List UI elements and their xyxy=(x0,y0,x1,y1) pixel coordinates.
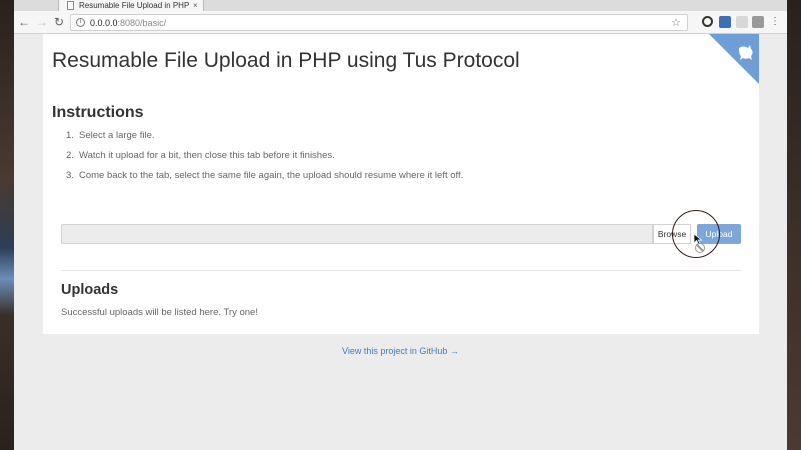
browser-toolbar: ← → ↻ i 0.0.0.0:8080/basic/ ☆ ⋮ xyxy=(14,11,787,34)
instruction-item: 2. Watch it upload for a bit, then close … xyxy=(66,150,335,161)
not-allowed-icon xyxy=(695,243,705,253)
url-text: 0.0.0.0:8080/basic/ xyxy=(90,18,166,28)
address-bar[interactable]: i 0.0.0.0:8080/basic/ ☆ xyxy=(70,14,688,31)
instructions-heading: Instructions xyxy=(52,104,144,121)
tab-strip: Resumable File Upload in PHP × xyxy=(14,0,787,11)
browse-button[interactable]: Browse xyxy=(653,224,691,244)
section-divider xyxy=(61,270,741,271)
url-host: 0.0.0.0 xyxy=(90,18,118,28)
back-icon[interactable]: ← xyxy=(18,15,30,29)
page-title: Resumable File Upload in PHP using Tus P… xyxy=(52,49,520,72)
extension-blue-icon[interactable] xyxy=(719,16,731,28)
uploads-empty-message: Successful uploads will be listed here. … xyxy=(61,307,258,318)
instruction-item: 1. Select a large file. xyxy=(66,130,155,141)
page-viewport: Resumable File Upload in PHP using Tus P… xyxy=(14,34,787,450)
instruction-item: 3. Come back to the tab, select the same … xyxy=(66,170,464,181)
menu-icon[interactable]: ⋮ xyxy=(770,16,780,28)
uploads-heading: Uploads xyxy=(61,282,119,298)
extension-dark-icon[interactable] xyxy=(752,16,764,28)
url-rest: :8080/basic/ xyxy=(117,18,167,28)
page-icon xyxy=(67,0,74,10)
instructions-list: 1. Select a large file. 2. Watch it upload… xyxy=(66,129,463,189)
forward-icon[interactable]: → xyxy=(36,15,48,29)
content-card: Resumable File Upload in PHP using Tus P… xyxy=(43,34,759,334)
upload-button[interactable]: Upload xyxy=(697,224,741,244)
github-link[interactable]: View this project in GitHub → xyxy=(14,346,787,356)
browser-window: Resumable File Upload in PHP × ← → ↻ i 0… xyxy=(14,0,787,450)
tab-close-icon[interactable]: × xyxy=(193,1,198,10)
browser-tab[interactable]: Resumable File Upload in PHP × xyxy=(58,0,204,11)
desktop-left-edge xyxy=(0,0,14,450)
file-path-field[interactable] xyxy=(61,224,653,244)
reload-icon[interactable]: ↻ xyxy=(54,15,64,29)
bookmark-star-icon[interactable]: ☆ xyxy=(671,16,681,29)
tab-title: Resumable File Upload in PHP xyxy=(79,0,189,10)
info-icon[interactable]: i xyxy=(76,18,85,27)
github-corner-icon[interactable] xyxy=(709,34,759,84)
extension-circle-icon[interactable] xyxy=(702,16,713,27)
desktop-right-edge xyxy=(787,0,801,450)
extension-gray-icon[interactable] xyxy=(736,16,748,28)
upload-form: Browse Upload xyxy=(61,224,741,244)
